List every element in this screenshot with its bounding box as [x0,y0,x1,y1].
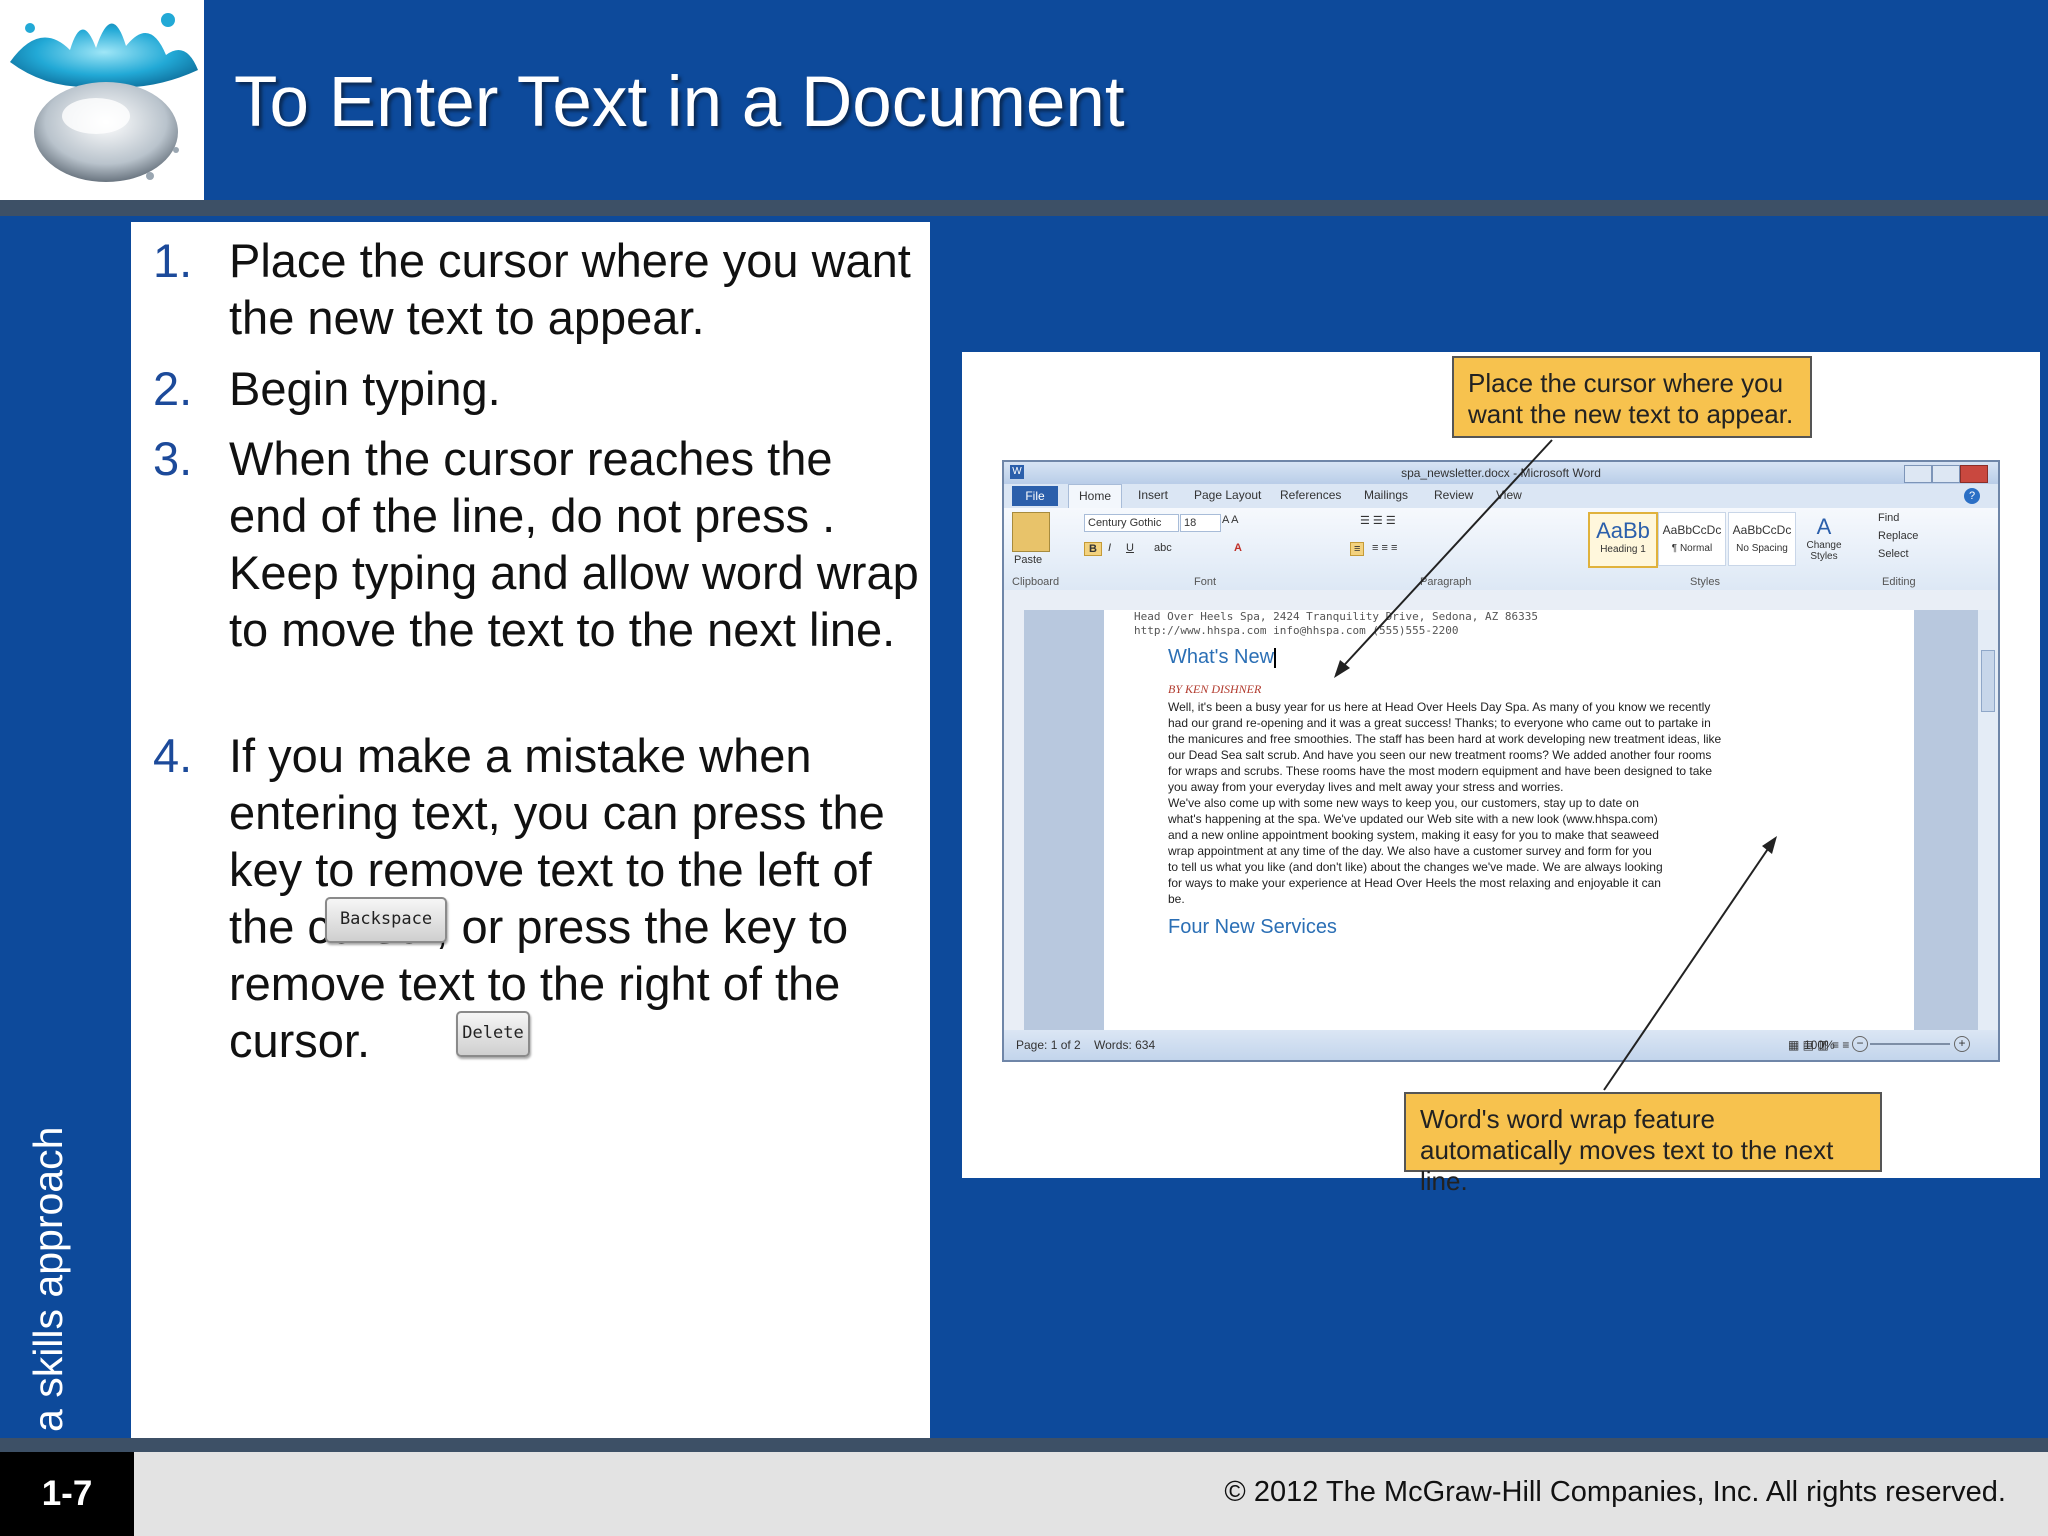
water-splash-logo [0,0,204,200]
callout-arrows [1334,439,1777,1091]
step-text: Begin typing. [229,362,501,415]
step-3: 3. When the cursor reaches the end of th… [131,430,919,715]
step-number: 1. [153,234,193,287]
arrow-head-word-wrap [1762,836,1777,854]
arrow-to-cursor [1335,439,1553,675]
step-text: Place the cursor where you want the new … [229,234,911,344]
header-divider [0,200,2048,216]
step-1: 1. Place the cursor where you want the n… [131,232,911,346]
slide-number: 1-7 [0,1452,134,1536]
step-text: When the cursor reaches the end of the l… [229,432,919,656]
delete-key-icon: Delete [456,1011,530,1057]
step-number: 3. [153,432,193,485]
step-number: 4. [153,729,193,782]
step-2: 2. Begin typing. [131,360,911,417]
steps-panel: 1. Place the cursor where you want the n… [131,222,930,1438]
copyright-notice: © 2012 The McGraw-Hill Companies, Inc. A… [1224,1476,2006,1508]
step-number: 2. [153,362,193,415]
word-screenshot-figure: Place the cursor where you want the new … [962,352,2040,1196]
sidebar-label: a skills approach [25,1126,71,1432]
arrow-to-word-wrap [1603,839,1775,1091]
slide-title: To Enter Text in a Document [234,63,1125,142]
footer-divider [0,1438,2048,1452]
backspace-key-icon: Backspace [325,897,447,943]
